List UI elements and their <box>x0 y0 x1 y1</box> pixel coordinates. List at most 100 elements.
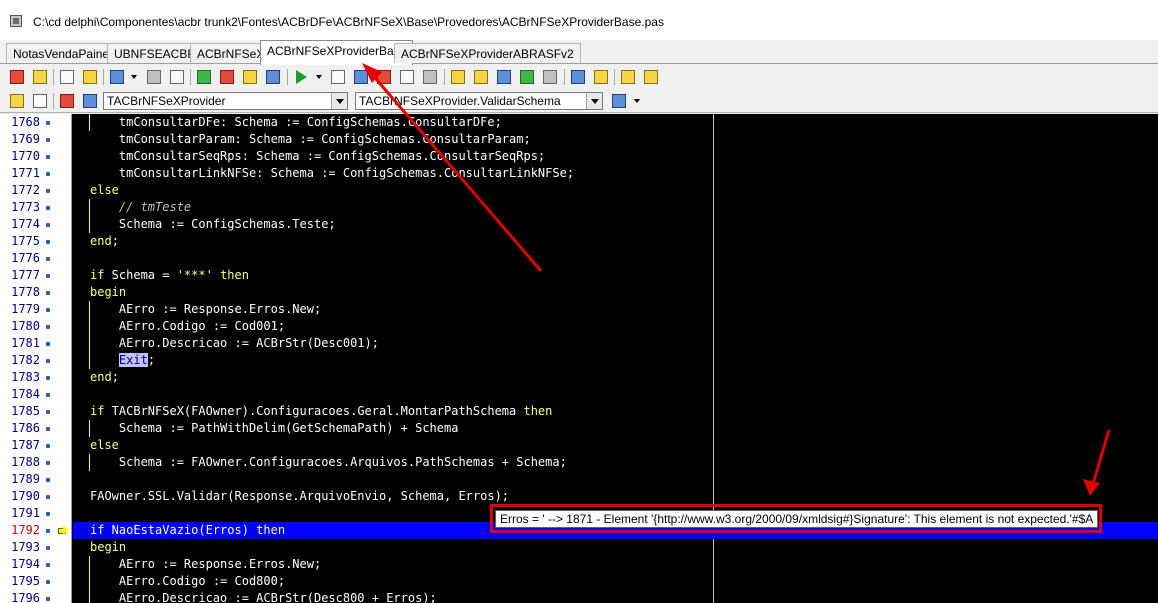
build-icon[interactable] <box>421 68 439 86</box>
breakpoint-dot-icon[interactable] <box>46 410 50 414</box>
code-text[interactable]: else <box>90 182 119 199</box>
code-text[interactable]: AErro.Codigo := Cod800; <box>90 573 285 590</box>
breakpoint-dot-icon[interactable] <box>46 291 50 295</box>
interface-section-icon[interactable] <box>58 92 76 110</box>
run-dropdown-icon[interactable] <box>316 75 322 79</box>
code-text[interactable]: AErro.Descricao := ACBrStr(Desc001); <box>90 335 379 352</box>
procedure-list-dropdown-icon[interactable] <box>634 99 640 103</box>
code-text[interactable]: if TACBrNFSeX(FAOwner).Configuracoes.Ger… <box>90 403 552 420</box>
breakpoint-dot-icon[interactable] <box>46 189 50 193</box>
code-line[interactable]: 1781 AErro.Descricao := ACBrStr(Desc001)… <box>0 335 1158 352</box>
code-line[interactable]: 1777 if Schema = '***' then <box>0 267 1158 284</box>
breakpoint-dot-icon[interactable] <box>46 325 50 329</box>
code-line[interactable]: 1772 else <box>0 182 1158 199</box>
trace-into-icon[interactable] <box>352 68 370 86</box>
code-text[interactable]: AErro := Response.Erros.New; <box>90 301 321 318</box>
breakpoint-dot-icon[interactable] <box>46 240 50 244</box>
tab-ubnfseacbr[interactable]: UBNFSEACBR <box>107 43 204 63</box>
method-selector[interactable]: TACBrNFSeXProvider.ValidarSchema <box>355 92 603 110</box>
code-line[interactable]: 1782 Exit; <box>0 352 1158 369</box>
chevron-down-icon[interactable] <box>331 93 347 109</box>
info-icon[interactable] <box>642 68 660 86</box>
code-text[interactable]: end; <box>90 233 119 250</box>
breakpoint-dot-icon[interactable] <box>46 563 50 567</box>
code-line[interactable]: 1796 AErro.Descricao := ACBrStr(Desc800 … <box>0 590 1158 603</box>
open-project-icon[interactable] <box>108 68 126 86</box>
new-item-icon[interactable] <box>449 68 467 86</box>
code-line[interactable]: 1780 AErro.Codigo := Cod001; <box>0 318 1158 335</box>
code-line[interactable]: 1768 tmConsultarDFe: Schema := ConfigSch… <box>0 114 1158 131</box>
code-line[interactable]: 1790 FAOwner.SSL.Validar(Response.Arquivo… <box>0 488 1158 505</box>
tools-icon[interactable] <box>541 68 559 86</box>
breakpoint-dot-icon[interactable] <box>46 308 50 312</box>
print-icon[interactable] <box>168 68 186 86</box>
code-line[interactable]: 1773 // tmTeste <box>0 199 1158 216</box>
code-line[interactable]: 1778 begin <box>0 284 1158 301</box>
breakpoint-dot-icon[interactable] <box>46 257 50 261</box>
code-line[interactable]: 1774 Schema := ConfigSchemas.Teste; <box>0 216 1158 233</box>
tab-acbrnfsexproviderbase[interactable]: ACBrNFSeXProviderBase <box>260 40 414 65</box>
code-text[interactable]: AErro.Codigo := Cod001; <box>90 318 285 335</box>
breakpoint-dot-icon[interactable] <box>46 274 50 278</box>
code-text[interactable]: tmConsultarDFe: Schema := ConfigSchemas.… <box>90 114 502 131</box>
database-icon[interactable] <box>518 68 536 86</box>
code-text[interactable]: begin <box>90 539 126 556</box>
breakpoint-dot-icon[interactable] <box>46 172 50 176</box>
breakpoint-dot-icon[interactable] <box>46 393 50 397</box>
breakpoint-dot-icon[interactable] <box>46 478 50 482</box>
code-line[interactable]: 1770 tmConsultarSeqRps: Schema := Config… <box>0 148 1158 165</box>
breakpoint-dot-icon[interactable] <box>46 376 50 380</box>
sort-icon[interactable] <box>569 68 587 86</box>
run-to-cursor-icon[interactable] <box>398 68 416 86</box>
code-text[interactable]: if Schema = '***' then <box>90 267 249 284</box>
breakpoint-dot-icon[interactable] <box>46 529 50 533</box>
edit-icon[interactable] <box>472 68 490 86</box>
breakpoint-dot-icon[interactable] <box>46 121 50 125</box>
view-form-icon[interactable] <box>264 68 282 86</box>
code-text[interactable]: Schema := FAOwner.Configuracoes.Arquivos… <box>90 454 567 471</box>
code-text[interactable]: tmConsultarParam: Schema := ConfigSchema… <box>90 131 531 148</box>
code-line[interactable]: 1787 else <box>0 437 1158 454</box>
component-palette-icon[interactable] <box>8 68 26 86</box>
chevron-down-icon[interactable] <box>586 93 602 109</box>
new-unit-icon[interactable] <box>81 68 99 86</box>
implementation-section-icon[interactable] <box>81 92 99 110</box>
code-line[interactable]: 1783 end; <box>0 369 1158 386</box>
code-line[interactable]: 1769 tmConsultarParam: Schema := ConfigS… <box>0 131 1158 148</box>
breakpoint-dot-icon[interactable] <box>46 223 50 227</box>
code-line[interactable]: 1794 AErro := Response.Erros.New; <box>0 556 1158 573</box>
tab-acbrnfsexproviderabrasfv2[interactable]: ACBrNFSeXProviderABRASFv2 <box>394 43 581 63</box>
breakpoint-dot-icon[interactable] <box>46 512 50 516</box>
new-form-icon[interactable] <box>31 68 49 86</box>
breakpoint-dot-icon[interactable] <box>46 597 50 601</box>
code-line[interactable]: 1788 Schema := FAOwner.Configuracoes.Arq… <box>0 454 1158 471</box>
save-all-icon[interactable] <box>145 68 163 86</box>
pause-icon[interactable] <box>329 68 347 86</box>
module-icon[interactable] <box>31 92 49 110</box>
procedure-list-icon[interactable] <box>610 92 628 110</box>
breakpoint-dot-icon[interactable] <box>46 461 50 465</box>
step-over-icon[interactable] <box>375 68 393 86</box>
view-unit-icon[interactable] <box>241 68 259 86</box>
breakpoint-dot-icon[interactable] <box>46 427 50 431</box>
code-line[interactable]: 1789 <box>0 471 1158 488</box>
breakpoint-dot-icon[interactable] <box>46 580 50 584</box>
code-text[interactable]: AErro.Descricao := ACBrStr(Desc800 + Err… <box>90 590 437 603</box>
breakpoint-dot-icon[interactable] <box>46 495 50 499</box>
remove-file-icon[interactable] <box>218 68 236 86</box>
code-text[interactable]: tmConsultarSeqRps: Schema := ConfigSchem… <box>90 148 545 165</box>
code-text[interactable]: Exit; <box>90 352 155 369</box>
breakpoint-dot-icon[interactable] <box>46 546 50 550</box>
breakpoint-dot-icon[interactable] <box>46 359 50 363</box>
code-line[interactable]: 1785 if TACBrNFSeX(FAOwner).Configuracoes… <box>0 403 1158 420</box>
class-browser-icon[interactable] <box>8 92 26 110</box>
code-line[interactable]: 1771 tmConsultarLinkNFSe: Schema := Conf… <box>0 165 1158 182</box>
code-line[interactable]: 1775 end; <box>0 233 1158 250</box>
repository-icon[interactable] <box>495 68 513 86</box>
tab-notasvendapainel[interactable]: NotasVendaPainel <box>6 43 119 63</box>
add-file-icon[interactable] <box>195 68 213 86</box>
breakpoint-dot-icon[interactable] <box>46 342 50 346</box>
code-line[interactable]: 1795 AErro.Codigo := Cod800; <box>0 573 1158 590</box>
breakpoint-dot-icon[interactable] <box>46 155 50 159</box>
code-text[interactable]: end; <box>90 369 119 386</box>
